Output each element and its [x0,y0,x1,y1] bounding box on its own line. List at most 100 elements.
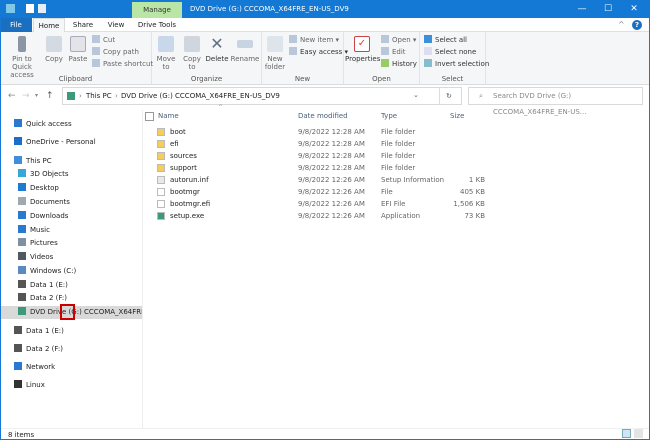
label: Paste shortcut [103,60,154,68]
file-name: bootmgr.efi [170,200,211,208]
maximize-button[interactable]: ☐ [596,0,620,18]
sidebar-item[interactable]: Data 2 (F:) [0,343,142,356]
tab-home[interactable]: Home [33,18,65,32]
tab-file[interactable]: File [0,18,32,32]
file-type: File folder [381,152,416,160]
folder-icon [157,140,165,148]
file-date: 9/8/2022 12:26 AM [298,188,365,196]
new-folder-qat-icon[interactable] [38,4,46,13]
drive-icon [18,293,26,301]
sidebar-item[interactable]: Documents [0,196,142,209]
minimize-button[interactable]: — [570,0,594,18]
edit-button[interactable]: Edit [381,47,406,58]
file-size: 405 KB [460,188,485,196]
new-folder-icon [267,36,283,52]
details-view-button[interactable] [622,429,631,438]
file-date: 9/8/2022 12:28 AM [298,140,365,148]
copy-button[interactable]: Copy [42,36,66,63]
sidebar-item[interactable]: Quick access [0,118,142,131]
sidebar-item-label: This PC [26,157,52,165]
file-type: Application [381,212,421,220]
column-header-type[interactable]: Type [381,110,397,123]
move-to-button[interactable]: Move to [154,36,178,71]
sidebar-item[interactable]: Network [0,361,142,374]
sidebar-item-label: 3D Objects [30,170,69,178]
breadcrumb-dvd-drive[interactable]: DVD Drive (G:) CCCOMA_X64FRE_EN-US_DV9 [121,92,280,100]
paste-button[interactable]: Paste [66,36,90,63]
copy-path-button[interactable]: Copy path [92,47,139,58]
breadcrumb-separator: › [115,92,118,100]
tab-drive-tools[interactable]: Drive Tools [132,18,182,32]
sidebar-item[interactable]: 3D Objects [0,168,142,181]
sidebar-item[interactable]: Pictures [0,237,142,250]
music-icon [18,225,26,233]
sidebar-item[interactable]: Windows (C:) [0,265,142,278]
search-input[interactable]: ⌕ Search DVD Drive (G:) CCCOMA_X64FRE_EN-… [468,87,643,116]
drive-icon [18,280,26,288]
collapse-ribbon-icon[interactable]: ^ [618,20,625,29]
sidebar-item-label: Linux [26,381,45,389]
forward-button[interactable]: → [22,87,30,105]
network-icon [14,362,22,370]
breadcrumb-this-pc[interactable]: This PC [86,92,112,100]
copy-icon [46,36,62,52]
file-row[interactable]: autorun.inf 9/8/2022 12:26 AM Setup Inform… [155,174,485,186]
scissors-icon [92,35,100,43]
file-row[interactable]: setup.exe 9/8/2022 12:26 AM Application 73 … [155,210,485,222]
drive-windows-icon [18,266,26,274]
address-bar[interactable]: › This PC › DVD Drive (G:) CCCOMA_X64FRE… [62,87,462,105]
refresh-icon[interactable]: ↻ [439,88,452,104]
select-none-button[interactable]: Select none [424,47,476,58]
file-row[interactable]: support 9/8/2022 12:28 AM File folder [155,162,485,174]
tab-share[interactable]: Share [66,18,100,32]
pin-to-quick-access-button[interactable]: Pin to Quick access [2,36,42,79]
sidebar-item[interactable]: Music [0,224,142,237]
easy-access-button[interactable]: Easy access ▾ [289,47,348,58]
address-dropdown-icon[interactable]: ⌄ [413,91,419,99]
file-row[interactable]: boot 9/8/2022 12:28 AM File folder [155,126,485,138]
label: Copy [45,55,63,63]
file-row[interactable]: bootmgr 9/8/2022 12:26 AM File 405 KB [155,186,485,198]
up-button[interactable]: ↑ [46,87,54,105]
sidebar-item[interactable]: Desktop [0,182,142,195]
new-folder-button[interactable]: New folder [263,36,287,71]
paste-shortcut-button[interactable]: Paste shortcut [92,59,153,70]
sidebar-item[interactable]: Data 1 (E:) [0,325,142,338]
column-header-size[interactable]: Size [450,110,464,123]
label: Delete [205,55,229,63]
history-button[interactable]: History [381,59,417,70]
new-item-button[interactable]: New item ▾ [289,35,339,46]
sidebar-item-label: Data 2 (F:) [30,294,67,302]
cut-button[interactable]: Cut [92,35,115,46]
file-row[interactable]: bootmgr.efi 9/8/2022 12:26 AM EFI File 1,50… [155,198,485,210]
properties-button[interactable]: ✓ Properties [345,36,380,63]
tab-view[interactable]: View [100,18,132,32]
open-button[interactable]: Open ▾ [381,35,416,46]
rename-button[interactable]: Rename [230,36,260,63]
sidebar-item[interactable]: Linux [0,379,142,392]
select-all-button[interactable]: Select all [424,35,467,46]
properties-qat-icon[interactable] [26,4,34,13]
manage-context-tab[interactable]: Manage [132,2,182,18]
sidebar-item[interactable]: OneDrive - Personal [0,136,142,149]
column-header-date[interactable]: Date modified [298,110,348,123]
copy-to-button[interactable]: Copy to [180,36,204,71]
column-header-name[interactable]: Name [158,110,179,123]
sidebar-item[interactable]: Downloads [0,210,142,223]
select-all-checkbox[interactable] [145,112,154,121]
invert-selection-button[interactable]: Invert selection [424,59,489,70]
label: Pin to Quick access [10,55,34,79]
delete-button[interactable]: ✕ Delete [205,36,229,64]
file-row[interactable]: efi 9/8/2022 12:28 AM File folder [155,138,485,150]
file-row[interactable]: sources 9/8/2022 12:28 AM File folder [155,150,485,162]
sidebar-item[interactable]: Data 1 (E:) [0,279,142,292]
sidebar-item-label: Windows (C:) [30,267,77,275]
sidebar-item[interactable]: This PC [0,155,142,168]
large-icons-view-button[interactable] [634,429,643,438]
close-button[interactable]: ✕ [622,0,646,18]
recent-locations-button[interactable]: ▾ [35,87,38,105]
group-label: Select [441,75,464,83]
back-button[interactable]: ← [8,87,16,105]
sidebar-item[interactable]: Videos [0,251,142,264]
help-icon[interactable]: ? [632,20,642,30]
